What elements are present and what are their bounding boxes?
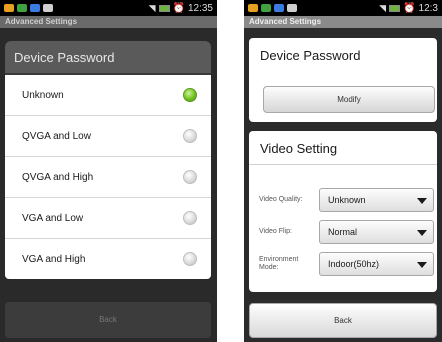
back-button[interactable]: Back bbox=[249, 303, 437, 338]
video-quality-select[interactable]: Unknown bbox=[319, 188, 434, 212]
right-screen: ◥ ⏰ 12:3 Advanced Settings Device Passwo… bbox=[244, 0, 442, 342]
radio-unselected[interactable] bbox=[183, 211, 197, 225]
option-label: VGA and Low bbox=[22, 212, 84, 224]
select-value: Indoor(50hz) bbox=[328, 259, 380, 269]
password-dialog: Device Password Unknown QVGA and Low QVG… bbox=[5, 41, 211, 279]
wifi-icon: ◥ bbox=[379, 2, 387, 13]
notification-icon bbox=[248, 4, 258, 12]
status-bar: ◥ ⏰ 12:3 bbox=[244, 0, 442, 16]
app-icon bbox=[274, 4, 284, 12]
battery-icon bbox=[158, 4, 170, 12]
video-flip-select[interactable]: Normal bbox=[319, 220, 434, 244]
screen-title: Advanced Settings bbox=[244, 16, 442, 28]
radio-unselected[interactable] bbox=[183, 129, 197, 143]
row-label: Video Quality: bbox=[259, 196, 303, 203]
option-qvga-low[interactable]: QVGA and Low bbox=[5, 116, 211, 157]
wifi-icon: ◥ bbox=[148, 2, 156, 13]
option-vga-high[interactable]: VGA and High bbox=[5, 239, 211, 279]
option-label: QVGA and Low bbox=[22, 130, 91, 142]
option-label: QVGA and High bbox=[22, 171, 94, 183]
select-value: Unknown bbox=[328, 195, 366, 205]
radio-selected[interactable] bbox=[183, 88, 197, 102]
card-title: Video Setting bbox=[260, 141, 338, 156]
status-time: 12:3 bbox=[418, 2, 438, 14]
app-icon bbox=[17, 4, 27, 12]
app-icon bbox=[30, 4, 40, 12]
status-time: 12:35 bbox=[187, 2, 213, 14]
mail-icon bbox=[287, 4, 297, 12]
divider bbox=[249, 164, 437, 165]
app-icon bbox=[261, 4, 271, 12]
status-bar: ◥ ⏰ 12:35 bbox=[0, 0, 217, 16]
radio-unselected[interactable] bbox=[183, 170, 197, 184]
option-unknown[interactable]: Unknown bbox=[5, 75, 211, 116]
mail-icon bbox=[43, 4, 53, 12]
chevron-down-icon bbox=[417, 230, 427, 236]
alarm-icon: ⏰ bbox=[403, 2, 416, 14]
battery-icon bbox=[389, 4, 401, 12]
device-password-card: Device Password Modify bbox=[249, 38, 437, 122]
option-label: Unknown bbox=[22, 89, 64, 101]
row-label: Video Flip: bbox=[259, 228, 292, 235]
modify-button[interactable]: Modify bbox=[263, 86, 435, 113]
screen-title: Advanced Settings bbox=[0, 16, 217, 28]
option-label: VGA and High bbox=[22, 253, 86, 265]
option-list: Unknown QVGA and Low QVGA and High VGA a… bbox=[5, 75, 211, 279]
option-vga-low[interactable]: VGA and Low bbox=[5, 198, 211, 239]
back-button[interactable]: Back bbox=[5, 302, 211, 338]
dialog-title: Device Password bbox=[5, 41, 211, 75]
chevron-down-icon bbox=[417, 198, 427, 204]
alarm-icon: ⏰ bbox=[172, 2, 185, 14]
environment-mode-row: Environment Mode: Indoor(50hz) bbox=[249, 251, 437, 277]
environment-mode-select[interactable]: Indoor(50hz) bbox=[319, 252, 434, 276]
row-label: Environment Mode: bbox=[259, 256, 299, 271]
chevron-down-icon bbox=[417, 262, 427, 268]
left-screen: ◥ ⏰ 12:35 Advanced Settings Device Passw… bbox=[0, 0, 217, 342]
option-qvga-high[interactable]: QVGA and High bbox=[5, 157, 211, 198]
select-value: Normal bbox=[328, 227, 358, 237]
notification-icon bbox=[4, 4, 14, 12]
card-title: Device Password bbox=[260, 48, 361, 63]
radio-unselected[interactable] bbox=[183, 252, 197, 266]
video-setting-card: Video Setting Video Quality: Unknown Vid… bbox=[249, 131, 437, 292]
video-quality-row: Video Quality: Unknown bbox=[249, 187, 437, 213]
video-flip-row: Video Flip: Normal bbox=[249, 219, 437, 245]
